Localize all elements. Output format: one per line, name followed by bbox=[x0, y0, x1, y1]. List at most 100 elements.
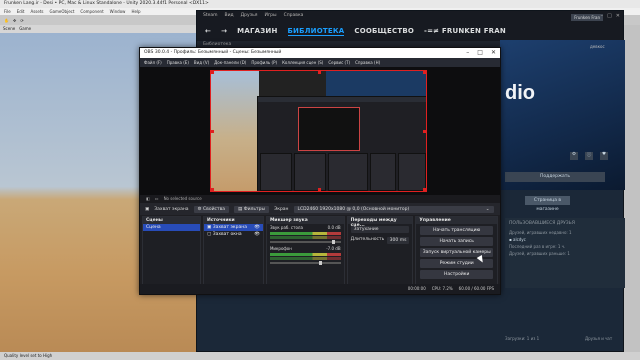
steam-nav-library[interactable]: БИБЛИОТЕКА bbox=[287, 27, 345, 36]
unity-title-bar: Frunken Lang.ir - Desi • PC, Mac & Linux… bbox=[0, 0, 640, 8]
obs-menu-profile[interactable]: Профиль (P) bbox=[251, 60, 277, 65]
gear-icon: ⚙ bbox=[197, 206, 202, 212]
maximize-icon[interactable]: □ bbox=[607, 13, 612, 19]
obs-close-icon[interactable]: ✕ bbox=[491, 49, 496, 56]
mixer-dock-title: Микшер звука bbox=[266, 217, 344, 224]
steam-window-controls: – □ ✕ bbox=[601, 13, 620, 19]
transition-select[interactable]: Затухание bbox=[348, 224, 413, 235]
unity-menu-assets[interactable]: Assets bbox=[30, 9, 43, 14]
transitions-dock: Переходы между сце... Затухание Длительн… bbox=[346, 216, 414, 294]
obs-window: OBS 30.0.4 - Профиль: Безымянный - Сцены… bbox=[139, 47, 501, 295]
steam-gear-button[interactable]: ⚙ bbox=[570, 152, 578, 160]
steam-nav-profile[interactable]: -=≠ FRUNKEN FRAN bbox=[424, 27, 506, 35]
steam-friend-entry[interactable]: ▪ alcdyc bbox=[505, 236, 625, 243]
move-tool-icon[interactable]: ✥ bbox=[13, 18, 16, 23]
preview-capture-frame[interactable] bbox=[210, 70, 427, 192]
preview-fit-icon[interactable]: ▭ bbox=[155, 196, 159, 202]
screen-select-value: LCD2460 1920x1080 @ 0,0 (Основной монито… bbox=[297, 206, 410, 212]
nested-dock bbox=[398, 153, 426, 191]
steam-user-badge[interactable]: Frunken Fran bbox=[571, 14, 603, 21]
obs-menu-tools[interactable]: Сервис (T) bbox=[328, 60, 350, 65]
source-item[interactable]: ▣ Захват экрана 👁 bbox=[203, 224, 263, 231]
obs-menu-scene-collection[interactable]: Коллекция сцен (S) bbox=[282, 60, 323, 65]
unity-menu-gameobject[interactable]: GameObject bbox=[49, 9, 74, 14]
hand-tool-icon[interactable]: ✋ bbox=[4, 18, 9, 23]
resize-handle[interactable] bbox=[211, 71, 214, 74]
steam-friends-recent: Друзей, игравших недавно: 1 bbox=[509, 230, 572, 235]
obs-time: 00:00:00 bbox=[407, 286, 426, 291]
scene-item[interactable]: Сцена bbox=[143, 224, 200, 231]
steam-back-icon[interactable]: ← bbox=[205, 27, 211, 35]
steam-favorite-button[interactable]: ♥ bbox=[600, 152, 608, 160]
steam-friends-chat-button[interactable]: Друзья и чат bbox=[585, 336, 612, 341]
slider-knob[interactable] bbox=[332, 240, 336, 244]
steam-user-name: Frunken Fran bbox=[574, 15, 600, 20]
steam-store-page-button[interactable]: Страница в магазине bbox=[525, 196, 570, 212]
resize-handle[interactable] bbox=[423, 71, 426, 74]
steam-menu-steam[interactable]: Steam bbox=[203, 13, 218, 19]
obs-menu-bar: Файл (F) Правка (E) Вид (V) Док-панели (… bbox=[140, 58, 500, 67]
volume-slider[interactable] bbox=[269, 261, 341, 265]
obs-maximize-icon[interactable]: □ bbox=[477, 49, 483, 56]
transition-duration-row: Длительность 300 ms bbox=[348, 235, 413, 246]
unity-menu-component[interactable]: Component bbox=[80, 9, 103, 14]
source-item[interactable]: ▢ Захват окна 👁 bbox=[204, 231, 263, 238]
properties-label: Свойства bbox=[203, 206, 226, 212]
duration-label: Длительность bbox=[350, 237, 385, 242]
start-recording-button[interactable]: Начать запись bbox=[420, 237, 493, 246]
duration-input[interactable]: 300 ms bbox=[386, 237, 410, 244]
unity-status-bar: Quality level set to High bbox=[0, 352, 640, 360]
steam-menu-games[interactable]: Игры bbox=[264, 13, 276, 19]
steam-menu-friends[interactable]: Друзья bbox=[241, 13, 258, 19]
monitor-icon: ▣ bbox=[206, 225, 212, 230]
unity-menu-file[interactable]: File bbox=[4, 9, 11, 14]
obs-menu-view[interactable]: Вид (V) bbox=[194, 60, 209, 65]
tab-scene[interactable]: Scene bbox=[3, 26, 15, 32]
obs-menu-file[interactable]: Файл (F) bbox=[144, 60, 162, 65]
slider-knob[interactable] bbox=[319, 261, 323, 265]
nested-dock bbox=[328, 153, 368, 191]
resize-handle[interactable] bbox=[423, 130, 426, 133]
minimize-icon[interactable]: – bbox=[601, 13, 604, 19]
rotate-tool-icon[interactable]: ⟳ bbox=[20, 18, 23, 23]
properties-button[interactable]: ⚙ Свойства bbox=[193, 205, 230, 213]
nested-dock bbox=[370, 153, 396, 191]
steam-forward-icon[interactable]: → bbox=[221, 27, 227, 35]
steam-downloads-status[interactable]: Загрузки: 1 из 1 bbox=[505, 336, 539, 341]
mixer-track-db: 0.0 dB bbox=[327, 225, 341, 230]
screen-select[interactable]: LCD2460 1920x1080 @ 0,0 (Основной монито… bbox=[293, 205, 494, 213]
obs-minimize-icon[interactable]: – bbox=[466, 49, 469, 56]
steam-menu-view[interactable]: Вид bbox=[225, 13, 234, 19]
steam-support-button[interactable]: Поддержать bbox=[505, 172, 605, 182]
eye-icon[interactable]: 👁 bbox=[254, 225, 260, 230]
filters-button[interactable]: ▤ Фильтры bbox=[234, 205, 270, 213]
obs-menu-help[interactable]: Справка (H) bbox=[355, 60, 380, 65]
resize-handle[interactable] bbox=[211, 188, 214, 191]
resize-handle[interactable] bbox=[423, 188, 426, 191]
obs-menu-edit[interactable]: Правка (E) bbox=[167, 60, 189, 65]
steam-nav-community[interactable]: СООБЩЕСТВО bbox=[354, 27, 414, 35]
nested-dock bbox=[294, 153, 326, 191]
volume-slider[interactable] bbox=[269, 240, 341, 244]
steam-friends-chat-text: Друзья и чат bbox=[585, 336, 613, 341]
eye-icon[interactable]: 👁 bbox=[254, 232, 260, 237]
steam-menu-help[interactable]: Справка bbox=[284, 13, 304, 19]
resize-handle[interactable] bbox=[318, 71, 321, 74]
unity-menu-help[interactable]: Help bbox=[131, 9, 140, 14]
obs-menu-docks[interactable]: Док-панели (D) bbox=[214, 60, 246, 65]
sources-dock: Источники ▣ Захват экрана 👁 ▢ Захват окн… bbox=[202, 216, 264, 294]
unity-menu-window[interactable]: Window bbox=[110, 9, 126, 14]
obs-preview[interactable] bbox=[140, 67, 500, 195]
unity-menu-edit[interactable]: Edit bbox=[17, 9, 25, 14]
tab-game[interactable]: Game bbox=[19, 26, 31, 32]
steam-info-button[interactable]: ⓘ bbox=[585, 152, 593, 160]
scenes-dock: Сцены Сцена + 🗑 ▤ ⌃ ⌄ bbox=[142, 216, 201, 294]
preview-lock-icon[interactable]: ◧ bbox=[146, 196, 150, 202]
settings-button[interactable]: Настройки bbox=[420, 270, 493, 279]
close-icon[interactable]: ✕ bbox=[616, 13, 620, 19]
steam-nav-store[interactable]: МАГАЗИН bbox=[237, 27, 277, 35]
resize-handle[interactable] bbox=[318, 188, 321, 191]
resize-handle[interactable] bbox=[211, 130, 214, 133]
window-icon: ▢ bbox=[206, 232, 212, 237]
start-streaming-button[interactable]: Начать трансляцию bbox=[420, 226, 493, 235]
